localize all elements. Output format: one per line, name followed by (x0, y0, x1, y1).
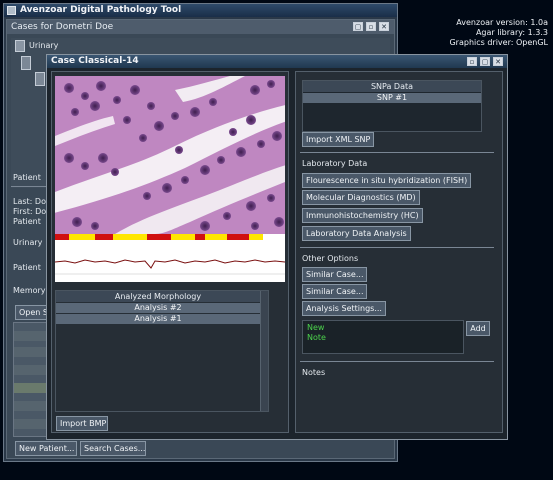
tree-item-urinary[interactable]: Urinary (29, 41, 58, 50)
lab-data-analysis-button[interactable]: Laboratory Data Analysis (302, 226, 411, 241)
add-note-button[interactable]: Add (466, 321, 490, 336)
case-titlebar[interactable]: Case Classical-14 (47, 55, 507, 68)
list-row[interactable] (14, 347, 50, 357)
list-row[interactable] (14, 365, 50, 375)
minimize-icon[interactable]: ▫ (366, 22, 376, 31)
separator (300, 361, 494, 362)
cases-titlebar[interactable]: Cases for Dometri Doe (7, 20, 394, 34)
main-titlebar[interactable]: Avenzoar Digital Pathology Tool (4, 4, 397, 17)
similar-case-button-2[interactable]: Similar Case... (302, 284, 368, 299)
list-row[interactable] (14, 401, 50, 411)
search-cases-button[interactable]: Search Cases... (80, 441, 146, 456)
snp-row-1[interactable]: SNP #1 (303, 93, 481, 103)
library-line: Agar library: 1.3.3 (475, 28, 548, 37)
analysis-settings-button[interactable]: Analysis Settings... (302, 301, 386, 316)
slide-icon[interactable] (21, 56, 31, 70)
patient-info-label: Patient (13, 263, 41, 272)
cases-title: Cases for Dometri Doe (11, 22, 114, 32)
patient-id-label: Patient (13, 217, 41, 226)
image-pane: Analyzed Morphology Analysis #2 Analysis… (51, 71, 289, 433)
note-text: New Note (307, 323, 326, 342)
new-patient-button[interactable]: New Patient... (15, 441, 77, 456)
separator (300, 152, 494, 153)
lab-data-label: Laboratory Data (302, 159, 368, 168)
first-name-label: First: Do (13, 207, 47, 216)
list-row[interactable] (14, 383, 50, 393)
case-window: Case Classical-14 ▫ ▢ ✕ Analyzed Morphol… (46, 54, 508, 440)
slide-icon-2[interactable] (35, 72, 45, 86)
patient-sep (11, 186, 51, 187)
case-close-icon[interactable]: ✕ (493, 57, 503, 66)
version-line: Avenzoar version: 1.0a (456, 18, 548, 27)
case-title: Case Classical-14 (51, 56, 139, 66)
case-minimize-icon[interactable]: ▫ (467, 57, 477, 66)
histology-image[interactable] (55, 76, 285, 234)
notes-label: Notes (302, 368, 326, 377)
fish-button[interactable]: Flourescence in situ hybridization (FISH… (302, 173, 472, 188)
close-icon[interactable]: ✕ (379, 22, 389, 31)
app-icon (7, 6, 16, 15)
maximize-icon[interactable]: ▢ (353, 22, 363, 31)
similar-case-button[interactable]: Similar Case... (302, 267, 368, 282)
patient-label: Patient (13, 173, 41, 182)
other-options-label: Other Options (302, 254, 359, 263)
morphology-scrollbar[interactable] (260, 291, 268, 411)
note-input[interactable]: New Note (302, 320, 464, 354)
main-title: Avenzoar Digital Pathology Tool (20, 5, 182, 15)
molecular-diagnostics-button[interactable]: Molecular Diagnostics (MD) (302, 190, 420, 205)
folder-icon[interactable] (15, 40, 25, 52)
snp-signal-plot[interactable] (55, 234, 285, 282)
separator (300, 247, 494, 248)
data-pane: SNPa Data SNP #1 Import XML SNP Laborato… (295, 71, 503, 433)
last-name-label: Last: Do (13, 197, 46, 206)
snp-header: SNPa Data (303, 81, 481, 92)
urinary-label: Urinary (13, 238, 43, 247)
analysis-row-1[interactable]: Analysis #1 (56, 314, 260, 324)
morphology-header: Analyzed Morphology (56, 291, 260, 302)
import-xml-snp-button[interactable]: Import XML SNP (302, 132, 374, 147)
graphics-line: Graphics driver: OpenGL (449, 38, 548, 47)
list-row[interactable] (14, 419, 50, 429)
immunohistochemistry-button[interactable]: Immunohistochemistry (HC) (302, 208, 423, 223)
analysis-row-2[interactable]: Analysis #2 (56, 303, 260, 313)
case-maximize-icon[interactable]: ▢ (480, 57, 490, 66)
memory-label: Memory (13, 286, 46, 295)
import-bmp-button[interactable]: Import BMP (56, 416, 108, 431)
morphology-list: Analyzed Morphology Analysis #2 Analysis… (55, 290, 269, 412)
desktop-info: Avenzoar version: 1.0a Agar library: 1.3… (420, 18, 548, 48)
snp-list: SNPa Data SNP #1 (302, 80, 482, 132)
list-row[interactable] (14, 331, 50, 341)
